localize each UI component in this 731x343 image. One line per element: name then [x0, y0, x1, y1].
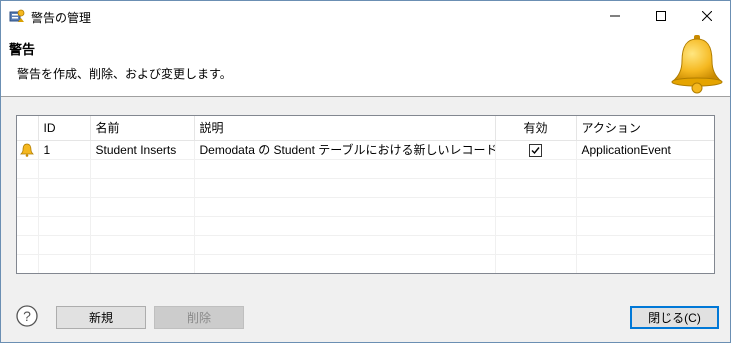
close-window-button[interactable]: [684, 1, 730, 31]
column-header-action[interactable]: アクション: [576, 116, 714, 141]
column-header-enabled[interactable]: 有効: [495, 116, 577, 141]
checkmark-icon: [531, 146, 540, 154]
table-row-empty: [17, 197, 714, 217]
minimize-icon: [610, 15, 620, 17]
column-header-description[interactable]: 説明: [194, 116, 496, 141]
row-description: Demodata の Student テーブルにおける新しいレコードの挿入: [194, 140, 496, 160]
help-icon[interactable]: ?: [16, 305, 38, 327]
bell-icon: [671, 35, 723, 94]
column-header-id[interactable]: ID: [38, 116, 91, 141]
column-header-icon[interactable]: [17, 116, 39, 141]
alert-management-dialog: 警告の管理 警告 警告を作成、削除、および変更します。 ID 名前 説明 有効 …: [0, 0, 731, 343]
dialog-header: 警告 警告を作成、削除、および変更します。: [1, 31, 730, 97]
window-title: 警告の管理: [31, 11, 92, 25]
column-header-name[interactable]: 名前: [90, 116, 195, 141]
table-row-empty: [17, 235, 714, 255]
row-action: ApplicationEvent: [576, 140, 714, 160]
title-bar: 警告の管理: [1, 1, 730, 31]
table-row-empty: [17, 178, 714, 198]
page-title: 警告: [9, 42, 36, 57]
delete-button[interactable]: 削除: [154, 306, 244, 329]
svg-text:?: ?: [23, 308, 31, 324]
close-button[interactable]: 閉じる(C): [630, 306, 719, 329]
table-row-empty: [17, 159, 714, 179]
app-icon: [9, 8, 25, 24]
minimize-button[interactable]: [592, 1, 638, 31]
bell-icon: [20, 143, 34, 157]
maximize-icon: [656, 11, 666, 21]
row-id: 1: [38, 140, 91, 160]
page-description: 警告を作成、削除、および変更します。: [17, 67, 232, 81]
maximize-button[interactable]: [638, 1, 684, 31]
close-icon: [702, 11, 712, 21]
table-row-empty: [17, 254, 714, 273]
table-row[interactable]: 1 Student Inserts Demodata の Student テーブ…: [17, 140, 714, 160]
alerts-table: ID 名前 説明 有効 アクション 1 Student Inserts Demo…: [16, 115, 715, 274]
table-row-empty: [17, 216, 714, 236]
table-header-row: ID 名前 説明 有効 アクション: [17, 116, 714, 141]
new-button[interactable]: 新規: [56, 306, 146, 329]
enabled-checkbox[interactable]: [529, 143, 542, 157]
row-name: Student Inserts: [90, 140, 195, 160]
